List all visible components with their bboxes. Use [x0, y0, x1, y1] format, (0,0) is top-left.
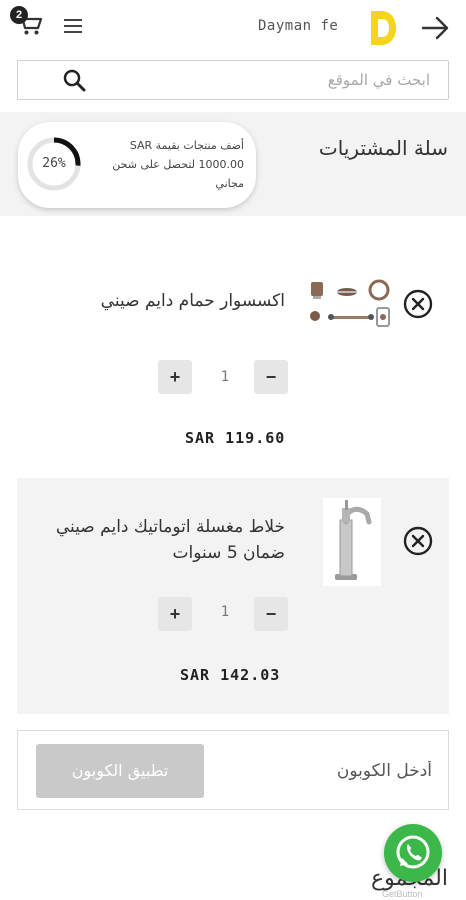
- back-arrow-icon[interactable]: [420, 15, 450, 41]
- apply-coupon-button[interactable]: تطبيق الكوبون: [36, 744, 204, 798]
- cart-item: خلاط مغسلة اتوماتيك دايم صيني ضمان 5 سنو…: [17, 478, 449, 714]
- quantity-decrease-button[interactable]: −: [254, 360, 288, 394]
- search-bar: [17, 60, 449, 100]
- coupon-input[interactable]: [218, 751, 432, 791]
- coupon-section: تطبيق الكوبون: [17, 730, 449, 810]
- quantity-increase-button[interactable]: +: [158, 360, 192, 394]
- remove-item-icon[interactable]: [402, 525, 434, 557]
- quantity-value[interactable]: 1: [205, 595, 245, 629]
- getbutton-credit[interactable]: GetButton: [382, 889, 423, 899]
- whatsapp-icon: [396, 835, 430, 869]
- cart-item: اكسسوار حمام دايم صيني − 1 + SAR 119.60: [17, 240, 449, 462]
- promo-text: أضف منتجات بقيمة SAR 1000.00 لتحصل على ش…: [112, 139, 244, 190]
- item-price: SAR 142.03: [180, 666, 281, 684]
- remove-item-icon[interactable]: [402, 288, 434, 320]
- product-name[interactable]: خلاط مغسلة اتوماتيك دايم صيني ضمان 5 سنو…: [45, 514, 285, 566]
- item-price: SAR 119.60: [185, 429, 286, 447]
- menu-icon[interactable]: [62, 17, 84, 35]
- quantity-increase-button[interactable]: +: [158, 597, 192, 631]
- whatsapp-chat-button[interactable]: [384, 824, 442, 882]
- cart-count-badge: 2: [10, 6, 28, 24]
- brand-name[interactable]: Dayman fe: [258, 18, 348, 34]
- quantity-value[interactable]: 1: [205, 360, 245, 394]
- product-name[interactable]: اكسسوار حمام دايم صيني: [45, 288, 285, 314]
- cart-header-band: سلة المشتريات 26% أضف منتجات بقيمة SAR 1…: [0, 112, 466, 216]
- app-header: 2 Dayman fe: [0, 0, 466, 58]
- shipping-progress-label: 26%: [42, 156, 66, 171]
- page-title: سلة المشتريات: [318, 136, 448, 160]
- free-shipping-promo: 26% أضف منتجات بقيمة SAR 1000.00 لتحصل ع…: [18, 122, 256, 208]
- search-input[interactable]: [88, 61, 440, 99]
- product-image-faucet[interactable]: [323, 498, 381, 586]
- logo-d-icon[interactable]: [368, 8, 398, 48]
- search-icon[interactable]: [62, 69, 88, 93]
- product-image-bath-accessories[interactable]: [309, 276, 393, 332]
- quantity-decrease-button[interactable]: −: [254, 597, 288, 631]
